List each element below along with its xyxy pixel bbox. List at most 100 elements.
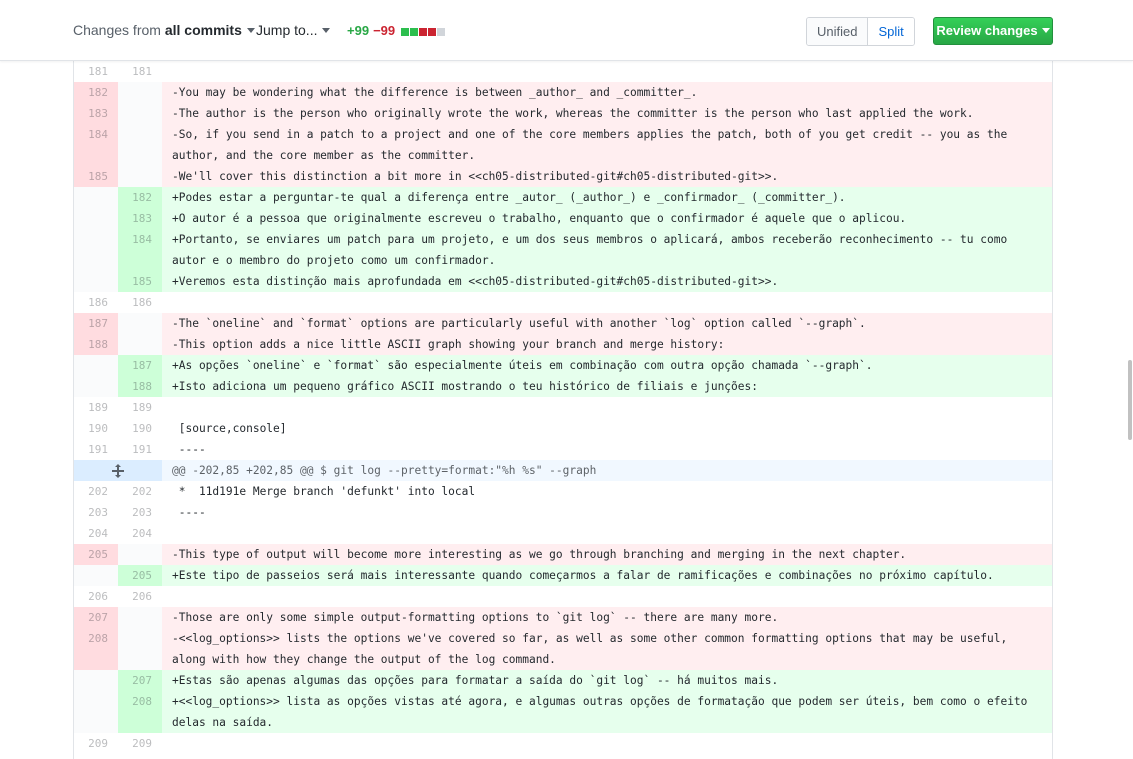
new-line-number[interactable] (118, 607, 162, 628)
jump-to-dropdown[interactable]: Jump to... (256, 22, 331, 38)
old-line-number[interactable]: 206 (74, 586, 118, 607)
diff-line-row: 186 186 (74, 292, 1052, 313)
diff-line-row: 205 -This type of output will become more… (74, 544, 1052, 565)
new-line-number[interactable]: 188 (118, 376, 162, 397)
code-line (162, 586, 1052, 607)
code-line: +Este tipo de passeios será mais interes… (162, 565, 1052, 586)
expand-button[interactable] (74, 460, 162, 481)
code-line: -Those are only some simple output-forma… (162, 607, 1052, 628)
new-line-number[interactable]: 184 (118, 229, 162, 271)
old-line-number[interactable]: 208 (74, 628, 118, 670)
new-line-number[interactable]: 210 (118, 754, 162, 759)
changes-from-dropdown[interactable]: Changes from all commits (73, 22, 255, 38)
diff-line-row: 209 209 (74, 733, 1052, 754)
diff-line-row: 207 -Those are only some simple output-fo… (74, 607, 1052, 628)
old-line-number[interactable]: 205 (74, 544, 118, 565)
deletions-count: −99 (373, 23, 396, 38)
chevron-down-icon (246, 28, 255, 33)
old-line-number[interactable]: 185 (74, 166, 118, 187)
new-line-number[interactable]: 205 (118, 565, 162, 586)
diff-line-row: 182 +Podes estar a perguntar-te qual a di… (74, 187, 1052, 208)
code-line: ---- (162, 502, 1052, 523)
diff-line-row: 206 206 (74, 586, 1052, 607)
diff-line-row: 204 204 (74, 523, 1052, 544)
scrollbar-thumb[interactable] (1128, 360, 1132, 440)
review-changes-button[interactable]: Review changes (933, 17, 1053, 45)
new-line-number[interactable] (118, 628, 162, 670)
unified-button[interactable]: Unified (807, 18, 869, 45)
new-line-number[interactable] (118, 166, 162, 187)
new-line-number[interactable]: 202 (118, 481, 162, 502)
diff-line-row: 184 -So, if you send in a patch to a proj… (74, 124, 1052, 166)
old-line-number[interactable] (74, 670, 118, 691)
diffstat-blocks (401, 24, 446, 39)
new-line-number[interactable]: 183 (118, 208, 162, 229)
old-line-number[interactable] (74, 355, 118, 376)
new-line-number[interactable]: 206 (118, 586, 162, 607)
changes-prefix: Changes from (73, 22, 161, 38)
code-line: +O autor é a pessoa que originalmente es… (162, 208, 1052, 229)
diff-line-row: 184 +Portanto, se enviares um patch para … (74, 229, 1052, 271)
split-button[interactable]: Split (868, 18, 914, 45)
old-line-number[interactable]: 187 (74, 313, 118, 334)
new-line-number[interactable]: 187 (118, 355, 162, 376)
code-line: +Portanto, se enviares um patch para um … (162, 229, 1052, 271)
chevron-down-icon (1041, 28, 1050, 33)
new-line-number[interactable]: 208 (118, 691, 162, 733)
diffstat-block (419, 28, 428, 36)
diff-line-row: 181 181 (74, 61, 1052, 82)
code-line: -So, if you send in a patch to a project… (162, 124, 1052, 166)
new-line-number[interactable]: 209 (118, 733, 162, 754)
old-line-number[interactable]: 184 (74, 124, 118, 166)
old-line-number[interactable]: 204 (74, 523, 118, 544)
old-line-number[interactable]: 203 (74, 502, 118, 523)
old-line-number[interactable] (74, 565, 118, 586)
old-line-number[interactable]: 186 (74, 292, 118, 313)
old-line-number[interactable]: 191 (74, 439, 118, 460)
new-line-number[interactable] (118, 103, 162, 124)
new-line-number[interactable] (118, 334, 162, 355)
diff-line-row: 189 189 (74, 397, 1052, 418)
old-line-number[interactable]: 207 (74, 607, 118, 628)
diff-view: 181 181 182 -You may be wondering what the… (73, 61, 1053, 759)
hunk-header-row: @@ -202,85 +202,85 @@ $ git log --pretty… (74, 460, 1052, 481)
old-line-number[interactable] (74, 229, 118, 271)
old-line-number[interactable]: 202 (74, 481, 118, 502)
new-line-number[interactable] (118, 313, 162, 334)
new-line-number[interactable]: 185 (118, 271, 162, 292)
new-line-number[interactable]: 207 (118, 670, 162, 691)
old-line-number[interactable] (74, 271, 118, 292)
code-line: * 11d191e Merge branch 'defunkt' into lo… (162, 481, 1052, 502)
old-line-number[interactable] (74, 187, 118, 208)
diffstat-block (410, 28, 419, 36)
new-line-number[interactable]: 181 (118, 61, 162, 82)
new-line-number[interactable]: 191 (118, 439, 162, 460)
new-line-number[interactable] (118, 544, 162, 565)
old-line-number[interactable] (74, 208, 118, 229)
code-line (162, 61, 1052, 82)
old-line-number[interactable] (74, 376, 118, 397)
code-line: +<<log_options>> lista as opções vistas … (162, 691, 1052, 733)
old-line-number[interactable]: 183 (74, 103, 118, 124)
diff-line-row: 190 190 [source,console] (74, 418, 1052, 439)
new-line-number[interactable] (118, 124, 162, 166)
old-line-number[interactable]: 188 (74, 334, 118, 355)
new-line-number[interactable]: 186 (118, 292, 162, 313)
old-line-number[interactable]: 181 (74, 61, 118, 82)
code-line (162, 523, 1052, 544)
diff-line-row: 187 -The `oneline` and `format` options a… (74, 313, 1052, 334)
code-line: +As opções `oneline` e `format` são espe… (162, 355, 1052, 376)
new-line-number[interactable]: 189 (118, 397, 162, 418)
changes-value: all commits (164, 22, 242, 38)
old-line-number[interactable]: 182 (74, 82, 118, 103)
new-line-number[interactable]: 203 (118, 502, 162, 523)
new-line-number[interactable]: 190 (118, 418, 162, 439)
old-line-number[interactable]: 209 (74, 733, 118, 754)
new-line-number[interactable]: 182 (118, 187, 162, 208)
old-line-number[interactable] (74, 691, 118, 733)
old-line-number[interactable]: 210 (74, 754, 118, 759)
new-line-number[interactable]: 204 (118, 523, 162, 544)
old-line-number[interactable]: 190 (74, 418, 118, 439)
old-line-number[interactable]: 189 (74, 397, 118, 418)
new-line-number[interactable] (118, 82, 162, 103)
